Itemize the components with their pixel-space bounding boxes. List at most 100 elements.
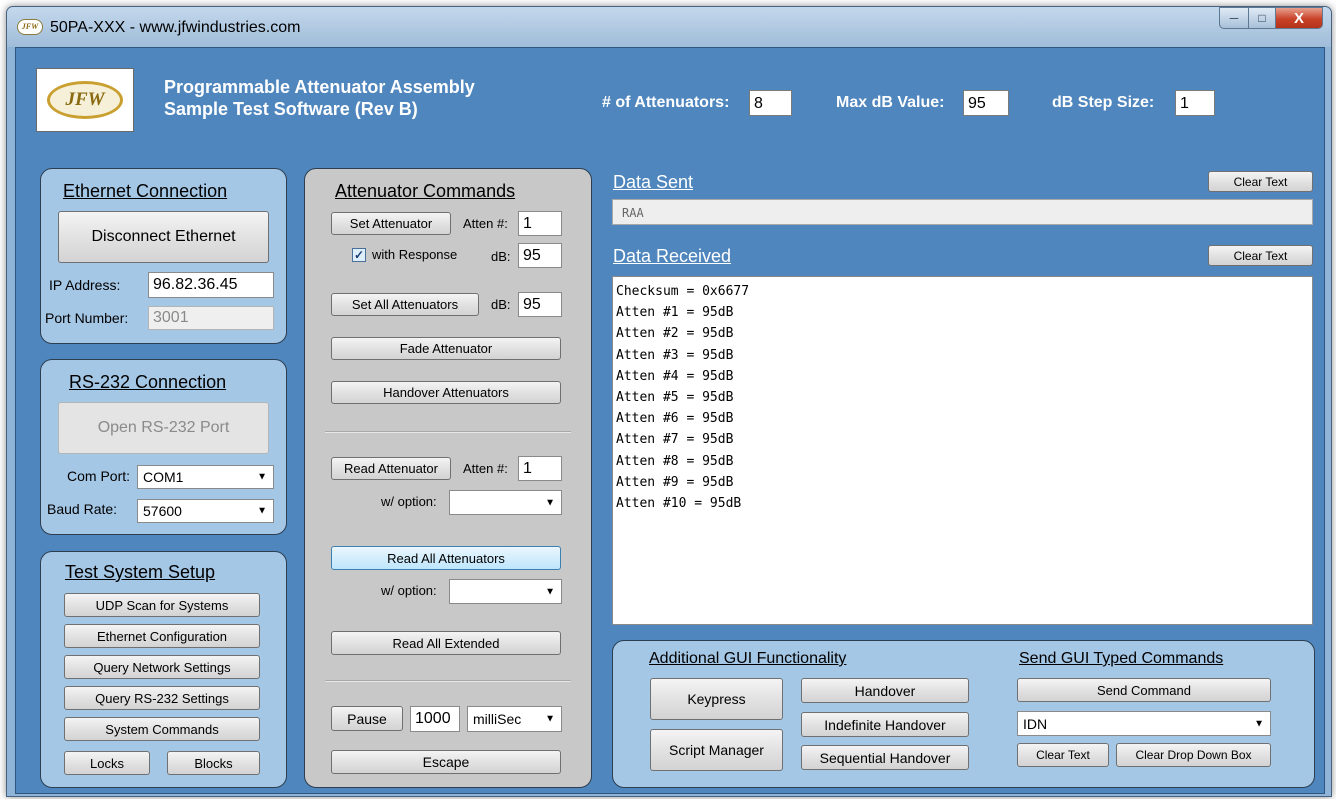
test-setup-panel: Test System Setup UDP Scan for Systems E… xyxy=(40,551,287,788)
ip-address-field[interactable]: 96.82.36.45 xyxy=(148,272,274,298)
gui-functions-panel: Additional GUI Functionality Keypress Sc… xyxy=(612,640,1315,788)
title-bar[interactable]: JFW 50PA-XXX - www.jfwindustries.com ─ □… xyxy=(7,7,1331,47)
with-response-label: with Response xyxy=(372,247,458,262)
typed-command-value: IDN xyxy=(1023,715,1048,732)
read-atten-num-field[interactable]: 1 xyxy=(518,456,562,481)
script-manager-button[interactable]: Script Manager xyxy=(650,729,783,771)
maximize-icon[interactable]: □ xyxy=(1249,7,1276,29)
atten-num-label: Atten #: xyxy=(463,216,508,231)
window-title: 50PA-XXX - www.jfwindustries.com xyxy=(50,19,301,36)
num-attenuators-input[interactable]: 8 xyxy=(749,90,792,116)
pause-button[interactable]: Pause xyxy=(331,706,403,731)
app-title-line2: Sample Test Software (Rev B) xyxy=(164,99,418,119)
rs232-panel: RS-232 Connection Open RS-232 Port Com P… xyxy=(40,359,287,535)
data-sent-field[interactable]: RAA xyxy=(612,199,1313,225)
keypress-button[interactable]: Keypress xyxy=(650,678,783,720)
clear-received-button[interactable]: Clear Text xyxy=(1208,245,1313,266)
client-area: JFW Programmable Attenuator Assembly Sam… xyxy=(15,47,1325,794)
data-received-textarea[interactable]: Checksum = 0x6677 Atten #1 = 95dB Atten #2… xyxy=(612,276,1313,625)
set-all-attenuators-button[interactable]: Set All Attenuators xyxy=(331,293,479,316)
company-logo: JFW xyxy=(36,68,134,132)
logo-mark: JFW xyxy=(47,81,123,119)
step-size-label: dB Step Size: xyxy=(1052,94,1155,111)
system-commands-button[interactable]: System Commands xyxy=(64,717,260,741)
option-label: w/ option: xyxy=(381,494,437,509)
set-all-db-field[interactable]: 95 xyxy=(518,292,562,317)
blocks-button[interactable]: Blocks xyxy=(167,751,260,775)
handover-button[interactable]: Handover xyxy=(801,678,969,703)
query-network-settings-button[interactable]: Query Network Settings xyxy=(64,655,260,679)
window-controls: ─ □ X xyxy=(1219,7,1323,29)
baud-rate-label: Baud Rate: xyxy=(47,501,118,517)
received-line: Atten #3 = 95dB xyxy=(616,347,734,363)
max-db-label: Max dB Value: xyxy=(836,94,945,111)
pause-unit-value: milliSec xyxy=(473,711,522,727)
close-icon[interactable]: X xyxy=(1276,7,1323,29)
locks-button[interactable]: Locks xyxy=(64,751,150,775)
app-title-line1: Programmable Attenuator Assembly xyxy=(164,77,475,97)
fade-attenuator-button[interactable]: Fade Attenuator xyxy=(331,337,561,360)
with-response-checkbox[interactable]: ✓ xyxy=(352,248,366,262)
app-window: JFW 50PA-XXX - www.jfwindustries.com ─ □… xyxy=(6,6,1332,797)
sequential-handover-button[interactable]: Sequential Handover xyxy=(801,745,969,770)
read-all-option-label: w/ option: xyxy=(381,583,437,598)
pause-duration-field[interactable]: 1000 xyxy=(410,706,460,732)
received-line: Atten #5 = 95dB xyxy=(616,390,734,406)
indefinite-handover-button[interactable]: Indefinite Handover xyxy=(801,712,969,737)
chevron-down-icon: ▼ xyxy=(1254,718,1264,729)
db-field[interactable]: 95 xyxy=(518,243,562,268)
received-line: Atten #7 = 95dB xyxy=(616,432,734,448)
received-line: Atten #10 = 95dB xyxy=(616,496,742,512)
chevron-down-icon: ▼ xyxy=(545,497,555,508)
ethernet-configuration-button[interactable]: Ethernet Configuration xyxy=(64,624,260,648)
read-all-option-select[interactable]: ▼ xyxy=(449,579,562,604)
received-lines: Checksum = 0x6677 Atten #1 = 95dB Atten #2… xyxy=(616,281,749,514)
received-line: Atten #2 = 95dB xyxy=(616,326,734,342)
max-db-input[interactable]: 95 xyxy=(963,90,1009,116)
query-rs232-settings-button[interactable]: Query RS-232 Settings xyxy=(64,686,260,710)
attenuator-commands-title: Attenuator Commands xyxy=(335,181,516,201)
set-attenuator-button[interactable]: Set Attenuator xyxy=(331,212,451,235)
disconnect-ethernet-button[interactable]: Disconnect Ethernet xyxy=(58,211,269,263)
typed-commands-title: Send GUI Typed Commands xyxy=(1019,650,1224,667)
option-select[interactable]: ▼ xyxy=(449,490,562,515)
num-attenuators-label: # of Attenuators: xyxy=(602,94,730,111)
attenuator-commands-panel: Attenuator Commands Set Attenuator Atten… xyxy=(304,168,592,788)
read-attenuator-button[interactable]: Read Attenuator xyxy=(331,457,451,480)
pause-unit-select[interactable]: milliSec ▼ xyxy=(467,706,562,732)
test-setup-title: Test System Setup xyxy=(65,562,216,582)
clear-dropdown-button[interactable]: Clear Drop Down Box xyxy=(1116,743,1271,767)
escape-button[interactable]: Escape xyxy=(331,750,561,774)
read-all-attenuators-button[interactable]: Read All Attenuators xyxy=(331,546,561,570)
typed-command-select[interactable]: IDN ▼ xyxy=(1017,711,1271,736)
open-rs232-button: Open RS-232 Port xyxy=(58,402,269,454)
ethernet-panel: Ethernet Connection Disconnect Ethernet … xyxy=(40,168,287,344)
received-line: Atten #6 = 95dB xyxy=(616,411,734,427)
app-logo-icon: JFW xyxy=(17,19,43,35)
baud-rate-select[interactable]: 57600 ▼ xyxy=(137,499,274,523)
read-all-extended-button[interactable]: Read All Extended xyxy=(331,631,561,655)
chevron-down-icon: ▼ xyxy=(545,713,555,725)
divider xyxy=(325,431,571,433)
com-port-label: Com Port: xyxy=(67,468,131,484)
step-size-input[interactable]: 1 xyxy=(1175,90,1215,116)
baud-rate-value: 57600 xyxy=(143,503,182,519)
minimize-icon[interactable]: ─ xyxy=(1219,7,1249,29)
send-command-button[interactable]: Send Command xyxy=(1017,678,1271,702)
udp-scan-button[interactable]: UDP Scan for Systems xyxy=(64,593,260,617)
received-line: Atten #1 = 95dB xyxy=(616,305,734,321)
divider xyxy=(325,680,571,682)
com-port-value: COM1 xyxy=(143,469,184,485)
read-atten-num-label: Atten #: xyxy=(463,461,508,476)
rs232-title: RS-232 Connection xyxy=(69,372,227,392)
received-line: Atten #9 = 95dB xyxy=(616,474,734,490)
ethernet-title: Ethernet Connection xyxy=(63,181,228,201)
atten-num-field[interactable]: 1 xyxy=(518,211,562,236)
clear-typed-text-button[interactable]: Clear Text xyxy=(1017,743,1109,767)
clear-sent-button[interactable]: Clear Text xyxy=(1208,171,1313,192)
received-line: Atten #4 = 95dB xyxy=(616,368,734,384)
com-port-select[interactable]: COM1 ▼ xyxy=(137,465,274,489)
data-sent-title: Data Sent xyxy=(613,172,694,192)
port-number-label: Port Number: xyxy=(45,310,129,326)
handover-attenuators-button[interactable]: Handover Attenuators xyxy=(331,381,561,404)
